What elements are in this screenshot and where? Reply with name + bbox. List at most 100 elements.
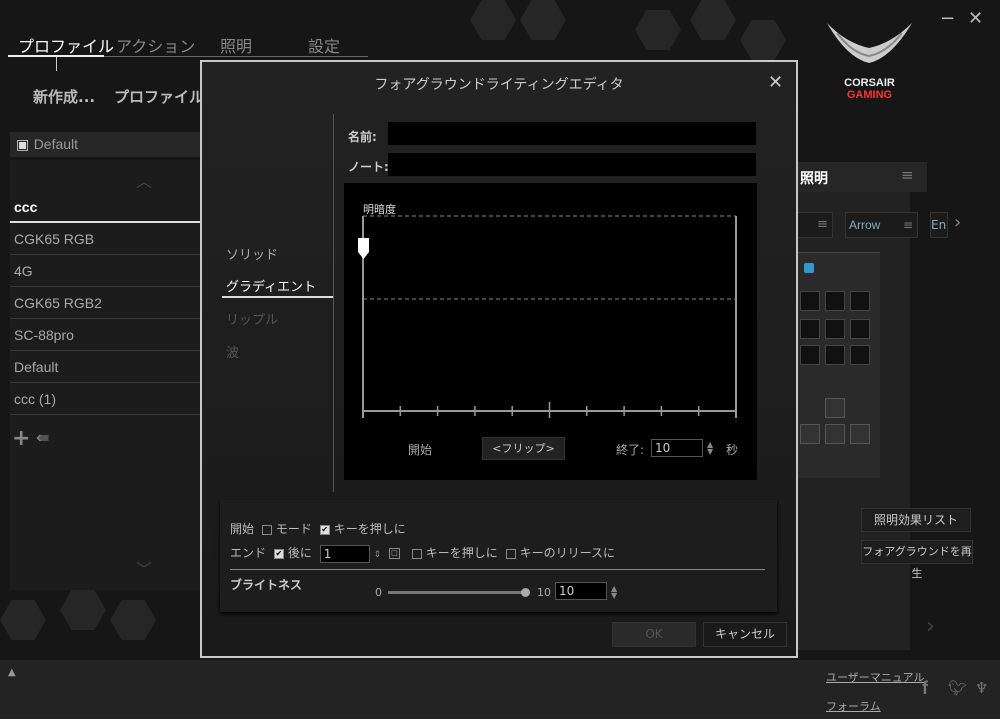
- key[interactable]: [825, 345, 845, 365]
- profile-item[interactable]: ccc: [10, 191, 200, 223]
- profile-item[interactable]: ccc (1): [10, 383, 200, 415]
- logo-line2: GAMING: [846, 89, 893, 101]
- device-icon: ▣: [16, 137, 30, 153]
- brightness-max: 10: [537, 586, 551, 599]
- effect-type-ripple[interactable]: リップル: [226, 309, 278, 328]
- key[interactable]: [850, 319, 870, 339]
- end-time-label: 終了:: [616, 443, 645, 457]
- corsair-logo: CORSAIR GAMING: [822, 18, 917, 108]
- start-keypress-checkbox[interactable]: ✔: [319, 524, 330, 535]
- name-input[interactable]: [388, 122, 756, 145]
- gradient-graph[interactable]: [344, 183, 757, 480]
- gradient-graph-panel: 明暗度 開始 <フリップ> 終了: 10 ▲ ▼ 秒: [344, 183, 757, 480]
- effect-type-gradient[interactable]: グラディエント: [226, 276, 316, 295]
- tab-action[interactable]: アクション: [116, 33, 195, 57]
- tab-profile[interactable]: プロファイル: [18, 33, 114, 57]
- dropdown-arrow[interactable]: Arrow ≡: [845, 212, 918, 238]
- twitter-icon[interactable]: 🐦︎: [948, 679, 967, 697]
- minimize-button[interactable]: −: [940, 8, 955, 29]
- end-time-input[interactable]: 10: [651, 439, 703, 457]
- loop-icon: □: [388, 548, 400, 559]
- menu-icon: ≡: [902, 218, 913, 232]
- ok-button[interactable]: OK: [612, 622, 696, 647]
- profile-item[interactable]: 4G: [10, 255, 200, 287]
- key[interactable]: [800, 319, 820, 339]
- tab-pointer: [56, 57, 57, 71]
- effects-list-button[interactable]: 照明効果リスト: [861, 508, 971, 532]
- expand-up-icon[interactable]: ▲: [8, 667, 16, 678]
- end-release-checkbox[interactable]: [505, 548, 516, 559]
- new-profile-button[interactable]: 新作成...: [33, 86, 95, 107]
- brightness-slider-track[interactable]: [388, 591, 526, 594]
- profile-item[interactable]: SC-88pro: [10, 319, 200, 351]
- logo-line1: CORSAIR: [844, 77, 895, 89]
- key[interactable]: [800, 291, 820, 311]
- scroll-down-icon[interactable]: ﹀: [136, 556, 152, 580]
- tab-settings[interactable]: 設定: [308, 33, 340, 57]
- key[interactable]: [825, 291, 845, 311]
- end-time-spinner[interactable]: ▲ ▼: [707, 441, 713, 456]
- key[interactable]: [825, 319, 845, 339]
- profile-item[interactable]: CGK65 RGB: [10, 223, 200, 255]
- profile-item[interactable]: Default: [10, 351, 200, 383]
- brightness-slider-handle[interactable]: [521, 588, 530, 597]
- close-icon[interactable]: ✕: [768, 72, 783, 93]
- end-after-checkbox[interactable]: ✔: [273, 548, 284, 559]
- end-after-input[interactable]: 1: [319, 544, 370, 563]
- mode-label: モード: [275, 522, 312, 536]
- note-input[interactable]: [388, 153, 756, 176]
- effect-type-wave[interactable]: 波: [226, 342, 239, 361]
- forum-link[interactable]: フォーラム: [826, 698, 881, 714]
- key[interactable]: [850, 345, 870, 365]
- brightness-input[interactable]: 10: [555, 582, 607, 600]
- profile-item[interactable]: CGK65 RGB2: [10, 287, 200, 319]
- key[interactable]: [850, 291, 870, 311]
- chevron-right-icon[interactable]: ›: [954, 212, 961, 233]
- start-label: 開始: [230, 522, 255, 536]
- flip-button[interactable]: <フリップ>: [482, 437, 565, 460]
- dropdown-3-label: En: [931, 218, 947, 232]
- user-manual-link[interactable]: ユーザーマニュアル: [826, 669, 924, 685]
- key-up[interactable]: [825, 398, 845, 418]
- end-keypress-checkbox[interactable]: [411, 548, 422, 559]
- chevron-right-icon[interactable]: ›: [926, 614, 935, 639]
- hex-decor: [520, 0, 566, 40]
- facebook-icon[interactable]: f: [922, 678, 928, 699]
- add-profile-icon[interactable]: +: [12, 426, 30, 451]
- timing-panel: 開始 モード ✔ キーを押しに エンド ✔ 後に 1 ⇕ □ キーを押しに キーのリ…: [220, 500, 777, 612]
- hex-decor: [0, 600, 46, 640]
- corsair-icon[interactable]: ♆: [975, 679, 988, 697]
- seconds-unit: 秒: [726, 443, 739, 457]
- key[interactable]: [800, 345, 820, 365]
- dropdown-1[interactable]: ≡: [795, 212, 833, 238]
- effect-type-solid[interactable]: ソリッド: [226, 244, 278, 263]
- key-left[interactable]: [800, 424, 820, 444]
- end-keypress-label: キーを押しに: [425, 546, 498, 560]
- spinner-icon[interactable]: ⇕: [374, 550, 382, 560]
- cancel-button[interactable]: キャンセル: [703, 622, 787, 647]
- end-label: エンド: [230, 546, 267, 560]
- end-release-label: キーのリリースに: [519, 546, 615, 560]
- tab-lighting[interactable]: 照明: [220, 33, 252, 57]
- scroll-up-icon[interactable]: ︿: [136, 168, 152, 192]
- menu-icon[interactable]: ≡: [901, 166, 914, 184]
- close-window-button[interactable]: ✕: [968, 8, 983, 29]
- corsair-sails-icon: [827, 23, 912, 63]
- key-down[interactable]: [825, 424, 845, 444]
- keyboard-preview[interactable]: [798, 252, 880, 478]
- lighting-panel-tab[interactable]: 照明 ≡: [795, 162, 927, 192]
- hex-decor: [110, 600, 156, 640]
- hex-decor: [690, 0, 736, 40]
- brightness-label: ブライトネス: [230, 578, 303, 592]
- brightness-spinner[interactable]: ▲ ▼: [611, 585, 617, 600]
- dropdown-arrow-label: Arrow: [849, 218, 881, 232]
- start-keypress-label: キーを押しに: [333, 522, 406, 536]
- key-right[interactable]: [850, 424, 870, 444]
- hex-decor: [740, 20, 786, 60]
- mode-checkbox[interactable]: [261, 524, 272, 535]
- play-foreground-button[interactable]: フォアグラウンドを再生: [861, 540, 973, 580]
- import-profile-icon[interactable]: ⇚: [36, 428, 49, 447]
- name-label: 名前:: [348, 130, 377, 144]
- selected-underline: [222, 296, 334, 298]
- dropdown-3[interactable]: En: [930, 212, 948, 238]
